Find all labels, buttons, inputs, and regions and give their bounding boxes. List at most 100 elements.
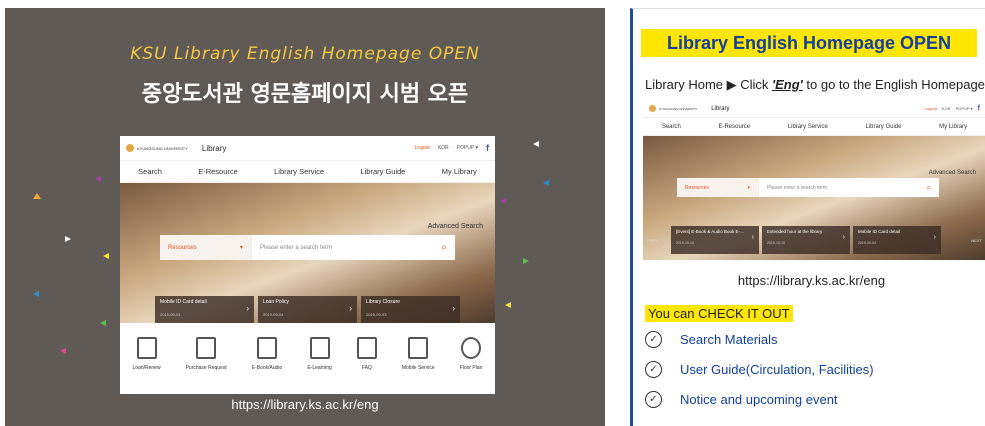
chevron-right-icon: ›: [246, 304, 249, 313]
nav-library-guide[interactable]: Library Guide: [360, 167, 405, 176]
nav-library-service[interactable]: Library Service: [788, 124, 828, 130]
notice-date: 2019-10-10: [676, 241, 694, 245]
hero-section: Advanced Search Resources ▾ Please enter …: [120, 183, 495, 323]
confetti: [523, 258, 529, 264]
nav-e-resource[interactable]: E-Resource: [198, 167, 238, 176]
confetti: [103, 253, 109, 259]
site-header: KYUNGSUNG UNIVERSITY Library Logout KOR …: [643, 100, 985, 118]
nav-library-service[interactable]: Library Service: [274, 167, 324, 176]
nav-library-guide[interactable]: Library Guide: [865, 124, 901, 130]
service-label: FAQ: [361, 365, 372, 371]
chevron-right-icon: ›: [933, 234, 936, 241]
university-name: KYUNGSUNG UNIVERSITY: [137, 145, 188, 151]
confetti: [60, 348, 66, 354]
search-input[interactable]: Please enter a search term: [759, 185, 927, 191]
confetti: [65, 236, 71, 242]
check-circle-icon: ✓: [645, 391, 662, 408]
confetti: [500, 198, 506, 204]
ebook-icon: [257, 337, 278, 359]
chevron-right-icon: ›: [842, 234, 845, 241]
advanced-search-link[interactable]: Advanced Search: [929, 170, 976, 176]
notice-date: 2019-09-04: [263, 312, 284, 317]
check-circle-icon: ✓: [645, 331, 662, 348]
facebook-icon[interactable]: f: [978, 105, 980, 112]
notice-date: 2019-09-04: [858, 241, 876, 245]
chevron-down-icon: ▾: [747, 184, 750, 191]
popup-link[interactable]: POPUP ▾: [956, 106, 973, 111]
english-title: KSU Library English Homepage OPEN: [130, 44, 480, 64]
search-input[interactable]: Please enter a search term: [252, 245, 441, 251]
confetti: [33, 291, 39, 297]
confetti: [543, 180, 549, 186]
notice-title: Loan Policy: [263, 299, 289, 305]
service-label: Mobile Service: [401, 365, 435, 371]
resource-select[interactable]: Resources ▾: [677, 178, 759, 197]
document-icon: [196, 337, 217, 359]
notice-card[interactable]: Mobile ID Card detail 2019-09-04 ›: [155, 296, 254, 323]
university-logo-icon: [126, 144, 134, 152]
notice-card[interactable]: [Event] E-Book & Audio Book E-... 2019-10…: [671, 226, 759, 254]
homepage-screenshot: KYUNGSUNG UNIVERSITY Library Logout KOR …: [120, 136, 495, 394]
notice-card[interactable]: Library Closure 2019-09-03 ›: [361, 296, 460, 323]
facebook-icon[interactable]: f: [486, 143, 489, 153]
hero-section: Advanced Search Resources ▾ Please enter …: [643, 136, 985, 260]
nav-search[interactable]: Search: [662, 124, 681, 130]
notice-card[interactable]: Mobile ID Card detail 2019-09-04 ›: [853, 226, 941, 254]
nav-my-library[interactable]: My Library: [939, 124, 967, 130]
kor-link[interactable]: KOR: [942, 106, 951, 111]
resource-select[interactable]: Resources ▾: [160, 235, 252, 260]
prev-button[interactable]: PREV: [647, 238, 658, 243]
search-icon[interactable]: ⌕: [927, 183, 939, 193]
service-label: Floor Plan: [459, 365, 483, 371]
confetti: [505, 302, 511, 308]
feature-item: ✓ Notice and upcoming event: [645, 391, 838, 408]
nav-e-resource[interactable]: E-Resource: [718, 124, 750, 130]
logout-link[interactable]: Logout: [925, 106, 937, 111]
service-e-learning[interactable]: E-Learning: [307, 337, 332, 371]
check-it-out-label: You can CHECK IT OUT: [645, 305, 793, 322]
notice-cards: [Event] E-Book & Audio Book E-... 2019-10…: [671, 226, 941, 254]
feature-label: Notice and upcoming event: [680, 392, 838, 407]
advanced-search-link[interactable]: Advanced Search: [428, 223, 483, 230]
notice-card[interactable]: Extended hour at the library 2019-10-10 ›: [762, 226, 850, 254]
instruction-text-a: Library Home ▶ Click: [645, 77, 773, 92]
notice-card[interactable]: Loan Policy 2019-09-04 ›: [258, 296, 357, 323]
eng-link: 'Eng': [772, 77, 803, 92]
kor-link[interactable]: KOR: [438, 145, 449, 151]
university-name: KYUNGSUNG UNIVERSITY: [659, 106, 698, 111]
homepage-screenshot-small: KYUNGSUNG UNIVERSITY Library Logout KOR …: [643, 100, 985, 270]
site-header: KYUNGSUNG UNIVERSITY Library Logout KOR …: [120, 136, 495, 161]
popup-link[interactable]: POPUP ▾: [457, 145, 478, 151]
feature-item: ✓ Search Materials: [645, 331, 778, 348]
notice-title: Library Closure: [366, 299, 400, 305]
service-loan-renew[interactable]: Loan/Renew: [133, 337, 161, 371]
korean-title: 중앙도서관 영문홈페이지 시범 오픈: [141, 82, 469, 107]
check-circle-icon: ✓: [645, 361, 662, 378]
library-name: Library: [201, 143, 227, 153]
chevron-right-icon: ›: [349, 304, 352, 313]
mobile-icon: [408, 337, 429, 359]
search-icon[interactable]: ⌕: [441, 242, 455, 253]
service-purchase-request[interactable]: Purchase Request: [186, 337, 227, 371]
logout-link[interactable]: Logout: [415, 145, 430, 151]
notice-date: 2019-09-04: [160, 312, 181, 317]
confetti: [100, 320, 106, 326]
feature-label: Search Materials: [680, 332, 778, 347]
resource-select-label: Resources: [685, 184, 709, 191]
main-nav: Search E-Resource Library Service Librar…: [120, 161, 495, 183]
next-button[interactable]: NEXT: [971, 238, 982, 243]
service-ebook-audio[interactable]: E-Book/Audio: [251, 337, 283, 371]
nav-search[interactable]: Search: [138, 167, 162, 176]
service-label: Purchase Request: [185, 365, 227, 371]
service-faq[interactable]: FAQ: [356, 337, 377, 371]
confetti: [95, 176, 101, 182]
service-floor-plan[interactable]: Floor Plan: [459, 337, 483, 371]
book-icon: [136, 337, 157, 359]
left-panel: KSU Library English Homepage OPEN 중앙도서관 …: [5, 8, 605, 426]
service-label: E-Book/Audio: [251, 365, 283, 371]
nav-my-library[interactable]: My Library: [442, 167, 477, 176]
service-mobile[interactable]: Mobile Service: [402, 337, 435, 371]
library-name: Library: [711, 105, 730, 112]
notice-title: Extended hour at the library: [767, 229, 823, 234]
instruction-text-b: to go to the English Homepage: [802, 77, 985, 92]
